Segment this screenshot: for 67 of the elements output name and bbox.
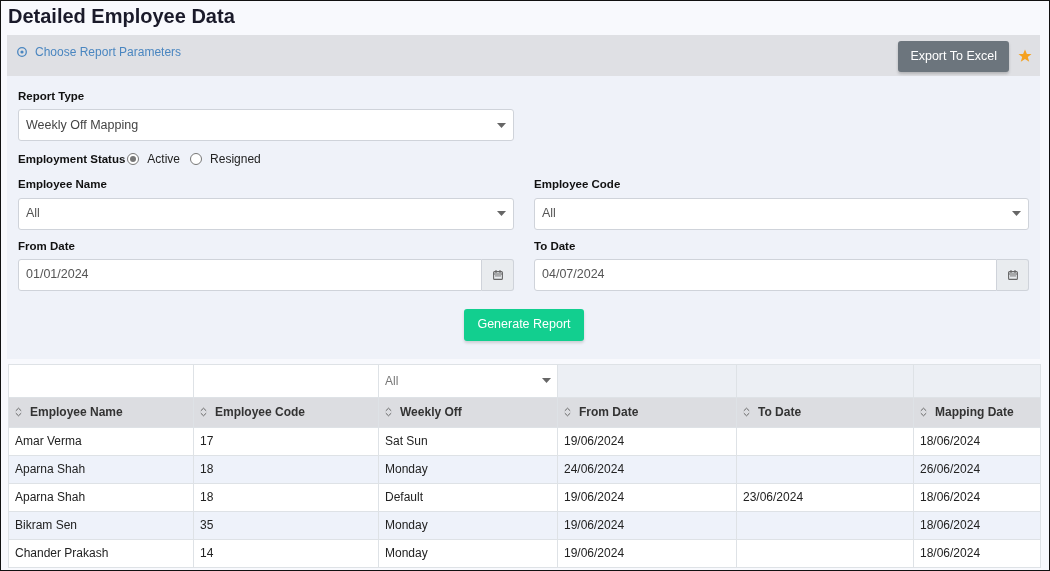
table-cell: 35 — [200, 518, 214, 533]
dropdown-field[interactable]: All — [18, 197, 514, 230]
column-header[interactable]: Weekly Off — [378, 397, 558, 428]
field-label: Employee Code — [534, 177, 622, 193]
caret-icon — [1012, 211, 1021, 216]
table-cell: 18 — [200, 490, 214, 505]
report-type-select[interactable]: Weekly Off Mapping — [18, 109, 514, 142]
page-title: Detailed Employee Data — [7, 4, 236, 29]
table-cell: Default — [385, 490, 424, 505]
table-cell: Aparna Shah — [15, 490, 86, 505]
help-icon — [17, 47, 27, 57]
table-cell: 19/06/2024 — [564, 490, 625, 505]
sort-icon — [385, 407, 392, 418]
caret-icon — [497, 211, 506, 216]
radio-button[interactable] — [127, 153, 140, 166]
filter-field[interactable] — [8, 364, 194, 398]
table-cell: Monday — [385, 518, 428, 533]
calendar-button[interactable] — [997, 258, 1029, 291]
table-cell: Amar Verma — [15, 434, 82, 449]
radio-option[interactable]: Active — [127, 150, 181, 169]
table-cell: 26/06/2024 — [920, 462, 981, 477]
radio-button[interactable] — [190, 153, 203, 166]
caret-icon — [542, 378, 551, 384]
sort-icon — [743, 407, 750, 418]
table-cell: 14 — [200, 546, 214, 561]
calendar-icon — [492, 269, 503, 280]
calendar-icon — [1007, 269, 1018, 280]
table-cell: 18/06/2024 — [920, 490, 981, 505]
table-cell: 17 — [200, 434, 214, 449]
column-header[interactable]: Employee Code — [193, 397, 379, 428]
sort-icon — [920, 407, 927, 418]
date-field[interactable]: 04/07/2024 — [534, 258, 997, 291]
radio-option[interactable]: Resigned — [190, 150, 261, 169]
table-cell: Bikram Sen — [15, 518, 78, 533]
column-header[interactable]: From Date — [557, 397, 737, 428]
sort-icon — [564, 407, 571, 418]
table-cell: 18/06/2024 — [920, 546, 981, 561]
date-field[interactable]: 01/01/2024 — [18, 258, 482, 291]
table-cell: 23/06/2024 — [743, 490, 804, 505]
filter-dropdown[interactable]: All — [378, 364, 558, 398]
export-button[interactable]: Export To Excel — [898, 41, 1009, 72]
field-label: From Date — [18, 238, 76, 254]
field-label: To Date — [534, 238, 577, 254]
sort-icon — [15, 407, 22, 418]
field-label: Employee Name — [18, 177, 108, 193]
column-header[interactable]: Mapping Date — [913, 397, 1041, 428]
table-cell: 19/06/2024 — [564, 518, 625, 533]
table-cell: 18/06/2024 — [920, 518, 981, 533]
dropdown-field[interactable]: All — [534, 197, 1029, 230]
table-cell: 19/06/2024 — [564, 434, 625, 449]
table-cell: 19/06/2024 — [564, 546, 625, 561]
field-label: Employment Status — [18, 151, 126, 167]
column-header[interactable]: Employee Name — [8, 397, 194, 428]
table-cell: Chander Prakash — [15, 546, 109, 561]
table-cell: 18/06/2024 — [920, 434, 981, 449]
calendar-button[interactable] — [482, 258, 514, 291]
sort-icon — [200, 407, 207, 418]
column-header[interactable]: To Date — [736, 397, 914, 428]
table-cell: 18 — [200, 462, 214, 477]
table-cell: Monday — [385, 546, 428, 561]
table-cell: Sat Sun — [385, 434, 428, 449]
filter-field[interactable] — [193, 364, 379, 398]
caret-icon — [497, 122, 506, 128]
table-cell: 24/06/2024 — [564, 462, 625, 477]
table-cell: Aparna Shah — [15, 462, 86, 477]
field-label: Report Type — [18, 89, 86, 104]
table-cell: Monday — [385, 462, 428, 477]
